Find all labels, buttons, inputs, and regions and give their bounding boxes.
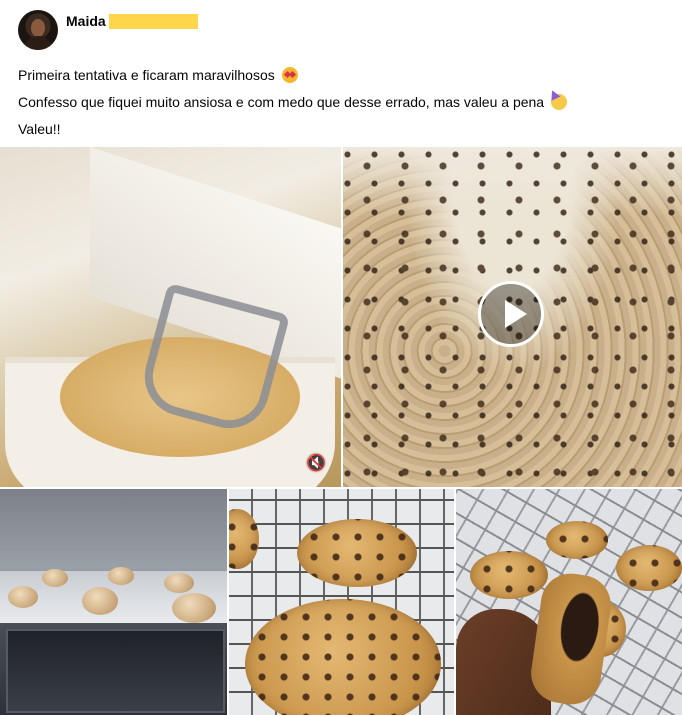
raw-cookie (108, 567, 134, 585)
baked-cookie (229, 509, 259, 569)
raw-cookie (82, 587, 118, 615)
held-cookie-photo[interactable] (456, 489, 682, 715)
redacted-surname (108, 13, 198, 29)
post-line-1: Primeira tentativa e ficaram maravilhoso… (18, 62, 668, 89)
held-cookie (527, 569, 615, 709)
post-line-3: Valeu!! (18, 116, 668, 143)
play-button-icon[interactable] (478, 281, 544, 347)
author-name[interactable]: Maida (66, 13, 106, 29)
author-line: Maida (66, 13, 198, 29)
oven-door (6, 629, 225, 713)
avatar-face (31, 19, 45, 37)
raw-cookie (172, 593, 216, 623)
rack-cookies-photo[interactable] (229, 489, 454, 715)
post-text: Primeira tentativa e ficaram maravilhoso… (18, 62, 668, 143)
oven-photo[interactable] (0, 489, 227, 715)
baked-cookie (616, 545, 682, 591)
avatar[interactable] (18, 10, 58, 50)
mute-icon[interactable]: 🔇 (305, 453, 327, 475)
avatar-body (25, 36, 51, 50)
baked-cookie (546, 521, 608, 559)
post-line-3-text: Valeu!! (18, 121, 61, 137)
star-struck-emoji-icon (281, 67, 298, 83)
raw-cookie (8, 586, 38, 608)
baked-cookie (245, 599, 441, 715)
post-line-2: Confesso que fiquei muito ansiosa e com … (18, 89, 668, 116)
post-line-1-text: Primeira tentativa e ficaram maravilhoso… (18, 67, 275, 83)
baked-cookie (297, 519, 417, 587)
partying-face-emoji-icon (550, 94, 567, 110)
raw-cookie (42, 569, 68, 587)
post-card: Maida Primeira tentativa e ficaram marav… (0, 0, 682, 715)
raw-cookie (164, 573, 194, 593)
dough-video[interactable] (343, 147, 682, 487)
mixer-photo[interactable]: 🔇 (0, 147, 341, 487)
post-line-2-text: Confesso que fiquei muito ansiosa e com … (18, 94, 545, 110)
post-header: Maida (18, 10, 198, 54)
baked-cookie (470, 551, 548, 599)
